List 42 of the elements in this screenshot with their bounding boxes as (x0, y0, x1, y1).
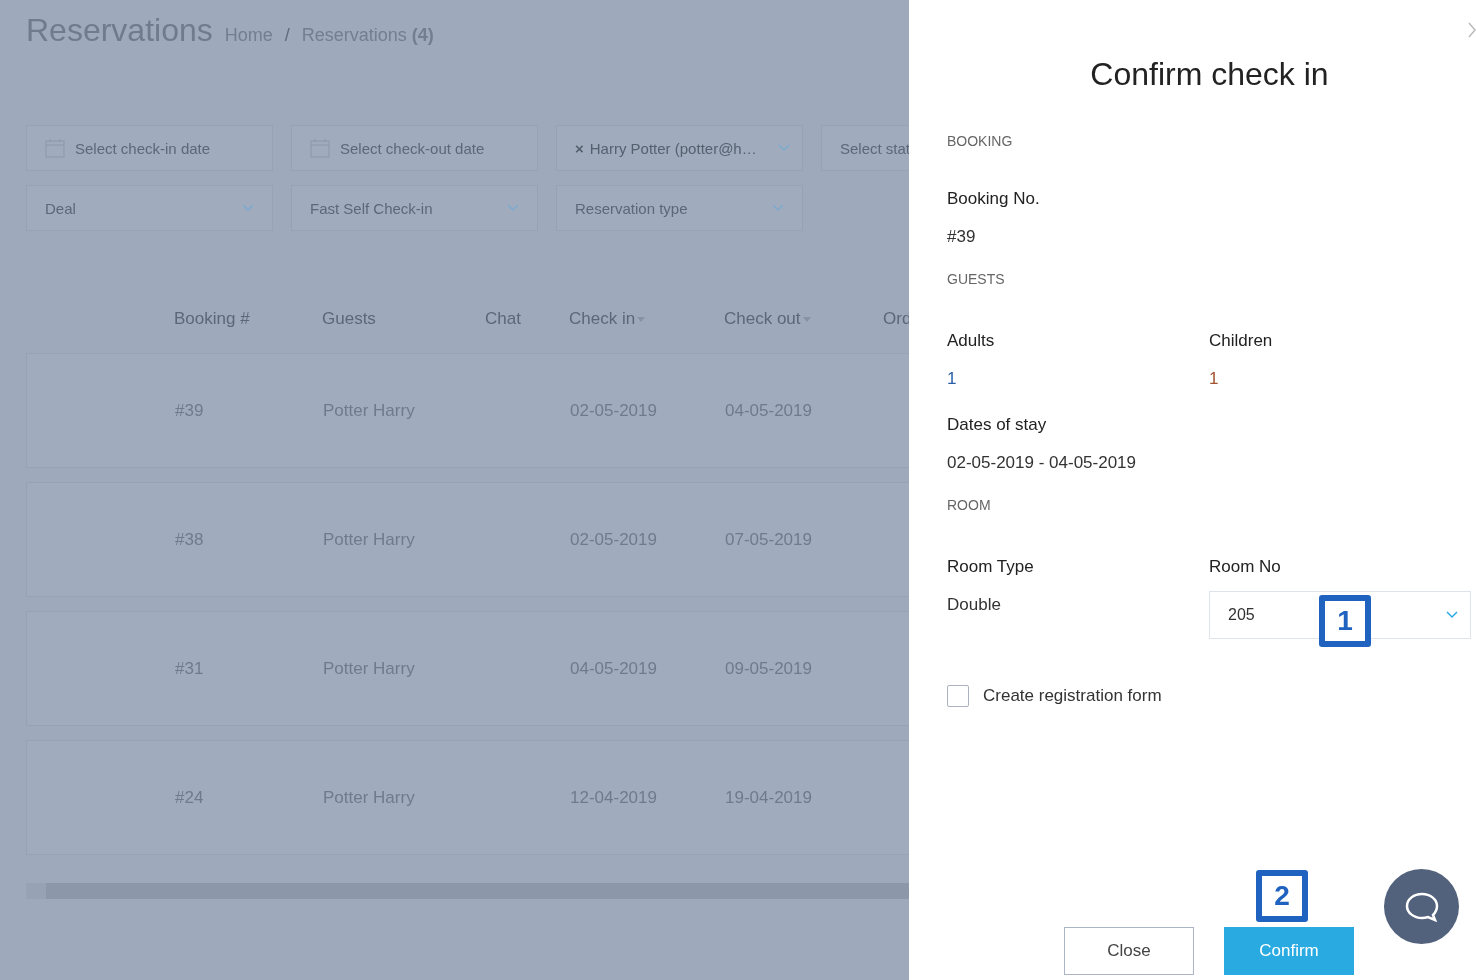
chevron-down-icon (772, 204, 784, 212)
scrollbar[interactable] (26, 883, 909, 899)
checkbox-label: Create registration form (983, 686, 1162, 706)
close-button[interactable]: Close (1064, 927, 1194, 975)
filter-select[interactable]: Fast Self Check-in (291, 185, 538, 231)
confirm-button[interactable]: Confirm (1224, 927, 1354, 975)
field-value: 1 (1209, 369, 1220, 389)
annotation-badge: 1 (1319, 595, 1371, 647)
section-heading: GUESTS (947, 271, 1006, 287)
field-value: Double (947, 595, 1002, 615)
breadcrumb-separator: / (284, 25, 290, 46)
column-header: Booking # (174, 309, 251, 329)
date-field[interactable]: Select check-in date (26, 125, 273, 171)
chevron-down-icon (1446, 611, 1458, 619)
column-header: Guests (322, 309, 377, 329)
section-heading: BOOKING (947, 133, 1014, 149)
field-label: Room Type (947, 557, 1035, 577)
chat-bubble-icon (1404, 891, 1439, 922)
checkbox[interactable] (947, 685, 969, 707)
filter-select[interactable]: Deal (26, 185, 273, 231)
chevron-down-icon (242, 204, 254, 212)
field-value: #39 (947, 227, 977, 247)
column-header[interactable]: Check in (569, 309, 724, 329)
guest-select[interactable]: × Harry Potter (potter@h… (556, 125, 803, 171)
chevron-down-icon (778, 144, 790, 152)
date-field[interactable]: Select check-out date (291, 125, 538, 171)
column-header[interactable]: Check out (724, 309, 883, 329)
column-header: Chat (485, 309, 522, 329)
field-label: Booking No. (947, 189, 1041, 209)
field-value: 1 (947, 369, 958, 389)
filter-select[interactable]: Reservation type (556, 185, 803, 231)
annotation-badge: 2 (1256, 870, 1308, 922)
remove-icon[interactable]: × (575, 139, 584, 157)
section-heading: ROOM (947, 497, 992, 513)
field-value: 02-05-2019 - 04-05-2019 (947, 453, 1138, 473)
chevron-right-icon[interactable] (1468, 22, 1476, 38)
field-label: Children (1209, 331, 1274, 351)
chevron-down-icon (507, 204, 519, 212)
field-label: Room No (1209, 557, 1282, 577)
field-label: Dates of stay (947, 415, 1048, 435)
dialog-title: Confirm check in (1089, 56, 1330, 93)
field-label: Adults (947, 331, 996, 351)
